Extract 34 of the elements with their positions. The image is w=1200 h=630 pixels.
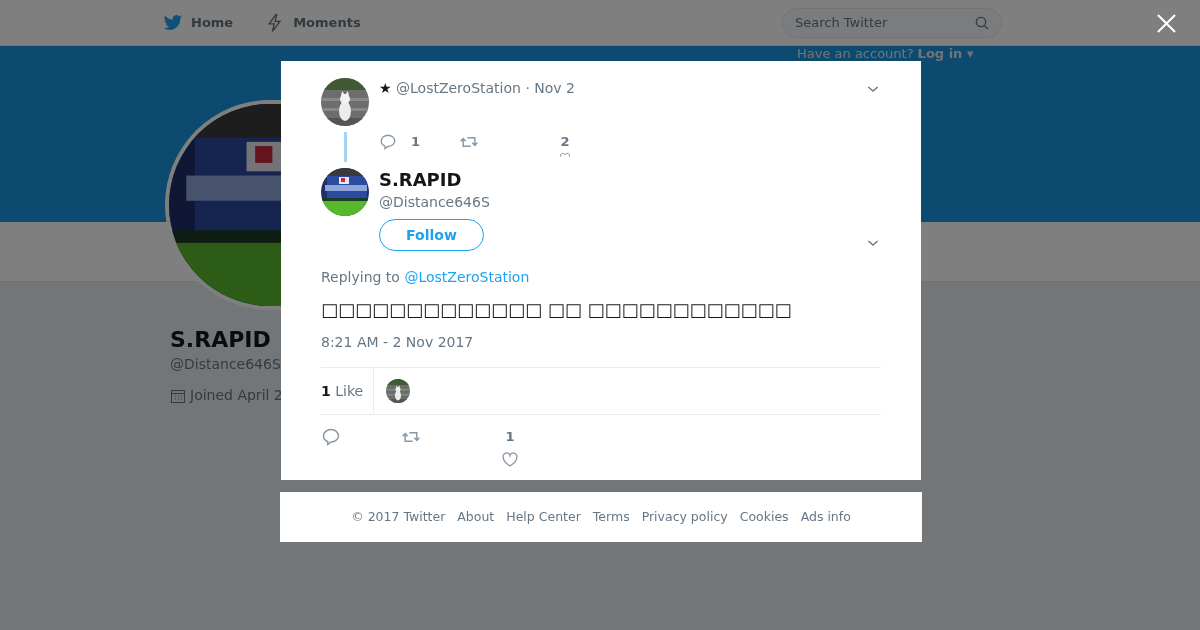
nav-link[interactable]: Home	[163, 12, 234, 33]
author-handle: @Distance646S	[379, 193, 490, 212]
author-name: S.RAPID	[379, 168, 463, 192]
mention-link[interactable]: @LostZeroStation	[404, 269, 530, 285]
like-total: 1 Like	[321, 381, 365, 401]
like-count: 1	[505, 428, 515, 446]
footer-link[interactable]: Help Center	[506, 507, 581, 527]
tweet-author: ★ @LostZeroStation · Nov 2	[379, 79, 575, 98]
account-prompt: Have an account?	[797, 45, 914, 63]
search-field[interactable]: Search Twitter	[782, 7, 1002, 38]
profile-name: S.RAPID	[170, 326, 271, 354]
replying-to-line: Replying to @LostZeroStation	[321, 268, 531, 287]
close-icon[interactable]	[1157, 14, 1176, 33]
footer-link[interactable]: Cookies	[739, 507, 789, 527]
footer-link[interactable]: About	[457, 507, 495, 527]
nav-link[interactable]: Moments	[265, 12, 361, 33]
heart-icon	[559, 151, 571, 157]
like-count[interactable]: 2	[560, 132, 570, 152]
bird-icon	[163, 12, 183, 33]
reply-icon	[379, 132, 397, 151]
reply-icon	[321, 427, 341, 447]
tweet-text: □□□□□□□□□□□□□ □□ □□□□□□□□□□□□	[321, 298, 793, 322]
footer-link[interactable]: Ads info	[800, 507, 851, 527]
reply-button[interactable]: 1	[379, 132, 459, 152]
footer-link[interactable]: Privacy policy	[641, 507, 728, 527]
calendar-icon	[170, 387, 186, 404]
footer-link[interactable]: © 2017 Twitter	[351, 507, 446, 527]
tweet-timestamp: 8:21 AM - 2 Nov 2017	[321, 333, 475, 352]
thread-line	[343, 132, 347, 162]
footer-link[interactable]: Terms	[592, 507, 630, 527]
profile-handle: @Distance646S	[170, 355, 281, 374]
heart-icon[interactable]	[501, 450, 519, 469]
search-icon	[974, 14, 990, 31]
join-date: Joined April 2	[190, 386, 283, 405]
